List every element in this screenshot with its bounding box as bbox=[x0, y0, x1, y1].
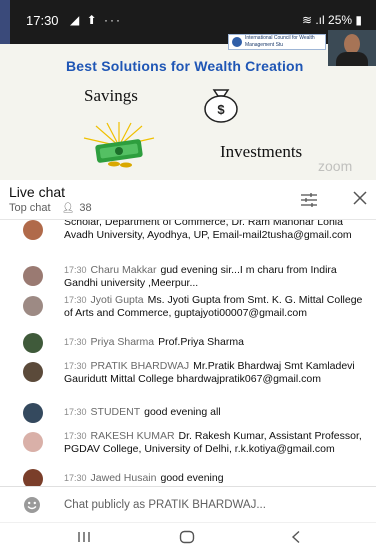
message-body: 17:30 STUDENT good evening all bbox=[64, 406, 364, 419]
android-nav-bar bbox=[0, 522, 376, 551]
back-icon[interactable] bbox=[290, 530, 302, 544]
message-body: 17:30 Charu Makkar gud evening sir...I m c… bbox=[64, 264, 364, 289]
live-chat-title: Live chat bbox=[9, 184, 66, 200]
close-icon[interactable] bbox=[352, 190, 368, 206]
money-bag-icon: $ bbox=[204, 89, 238, 123]
message-time: 17:30 bbox=[64, 337, 87, 347]
message-text: Scholar, Department of Commerce, Dr. Ram… bbox=[64, 220, 352, 241]
org-logo-text: International Council for Wealth Managem… bbox=[245, 35, 315, 48]
notification-icons: ◢ ⬆ ··· bbox=[70, 13, 122, 27]
recent-apps-icon[interactable] bbox=[77, 531, 91, 543]
presenter-body bbox=[336, 52, 368, 66]
message-author: Charu Makkar bbox=[90, 264, 157, 276]
status-time: 17:30 bbox=[26, 13, 59, 28]
zoom-watermark: zoom bbox=[318, 158, 353, 174]
message-body: 17:30 Priya Sharma Prof.Priya Sharma bbox=[64, 336, 364, 349]
message-text: good evening bbox=[160, 472, 224, 484]
avatar bbox=[23, 296, 43, 316]
viewer-count: 38 bbox=[79, 202, 92, 214]
org-logo-mark-icon bbox=[232, 37, 242, 47]
message-time: 17:30 bbox=[64, 295, 87, 305]
chat-message-input[interactable] bbox=[64, 493, 364, 517]
avatar bbox=[23, 220, 43, 240]
chat-mode-label: Top chat bbox=[9, 202, 51, 214]
message-author: Priya Sharma bbox=[90, 336, 155, 348]
message-author: Jawed Husain bbox=[90, 472, 157, 484]
message-time: 17:30 bbox=[64, 473, 87, 483]
video-player[interactable]: 17:30 ◢ ⬆ ··· ≋ .ıl 25% ▮ International … bbox=[0, 0, 376, 180]
cash-pile-icon bbox=[83, 122, 155, 168]
message-time: 17:30 bbox=[64, 265, 87, 275]
message-text: Prof.Priya Sharma bbox=[158, 336, 244, 348]
filter-icon[interactable] bbox=[300, 192, 318, 208]
message-author: RAKESH KUMAR bbox=[90, 430, 175, 442]
avatar bbox=[23, 403, 43, 423]
battery-icon: ▮ bbox=[355, 13, 362, 27]
message-time: 17:30 bbox=[64, 407, 87, 417]
message-author: PRATIK BHARDWAJ bbox=[90, 360, 190, 372]
message-body: 17:30 Jyoti Gupta Ms. Jyoti Gupta from Smt… bbox=[64, 294, 364, 319]
message-author: Jyoti Gupta bbox=[90, 294, 144, 306]
person-icon: 👤︎ bbox=[61, 203, 75, 214]
avatar bbox=[23, 266, 43, 286]
battery-indicator: ≋ .ıl 25% ▮ bbox=[302, 13, 362, 27]
live-chat-header: Live chat Top chat 👤︎ 38 bbox=[0, 180, 376, 220]
message-time: 17:30 bbox=[64, 361, 87, 371]
message-text: good evening all bbox=[144, 406, 221, 418]
chat-input-row bbox=[0, 486, 376, 522]
presenter-face bbox=[344, 34, 360, 54]
message-body: 17:30 RAKESH KUMAR Dr. Rakesh Kumar, Assis… bbox=[64, 430, 364, 455]
org-logo: International Council for Wealth Managem… bbox=[228, 34, 326, 50]
left-edge-strip bbox=[0, 0, 10, 44]
message-time: 17:30 bbox=[64, 431, 87, 441]
message-body: 17:30 Jawed Husain good evening bbox=[64, 472, 364, 485]
message-body: 17:30 PRATIK BHARDWAJ Mr.Pratik Bhardwaj S… bbox=[64, 360, 364, 385]
avatar bbox=[23, 469, 43, 486]
smile-icon[interactable] bbox=[23, 496, 41, 514]
avatar bbox=[23, 362, 43, 382]
avatar bbox=[23, 333, 43, 353]
slide-title: Best Solutions for Wealth Creation bbox=[66, 58, 304, 74]
home-icon[interactable] bbox=[179, 530, 195, 544]
chat-message-list[interactable]: Scholar, Department of Commerce, Dr. Ram… bbox=[0, 220, 376, 486]
chat-mode-selector[interactable]: Top chat 👤︎ 38 bbox=[9, 202, 92, 214]
signal-icon: ≋ .ıl bbox=[301, 13, 329, 27]
message-author: STUDENT bbox=[90, 406, 141, 418]
slide-investments-label: Investments bbox=[220, 142, 303, 161]
avatar bbox=[23, 432, 43, 452]
presenter-thumbnail bbox=[328, 30, 376, 66]
svg-text:$: $ bbox=[217, 102, 225, 117]
battery-level: 25% bbox=[328, 13, 353, 27]
slide-savings-label: Savings bbox=[84, 86, 138, 105]
